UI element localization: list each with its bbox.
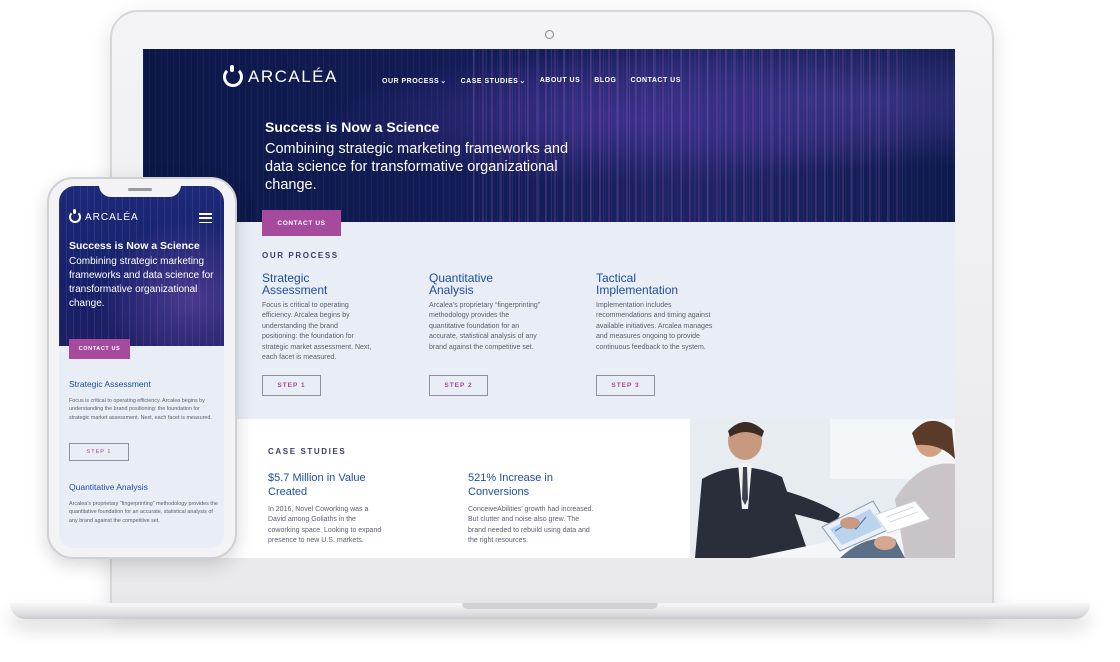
nav-item-case-studies[interactable]: CASE STUDIES⌄ <box>461 77 526 85</box>
contact-us-button[interactable]: CONTACT US <box>262 210 341 236</box>
desktop-screen: ARCALÉA OUR PROCESS⌄ CASE STUDIES⌄ ABOUT… <box>143 49 955 558</box>
mobile-section-title: Strategic Assessment <box>69 379 151 389</box>
mobile-section-text: Arcalea’s proprietary “fingerprinting” m… <box>69 501 218 524</box>
chevron-down-icon: ⌄ <box>519 78 526 85</box>
process-title: Tactical Implementation <box>596 271 679 297</box>
mobile-contact-us-button[interactable]: CONTACT US <box>69 339 130 359</box>
photo-illustration <box>690 419 955 558</box>
hero-background-graphic <box>473 49 903 222</box>
laptop-hinge <box>462 603 658 609</box>
camera-icon <box>545 30 554 39</box>
brand-logo[interactable]: ARCALÉA <box>223 65 338 87</box>
brand-name: ARCALÉA <box>248 67 338 86</box>
logo-icon <box>69 209 81 223</box>
process-title: Strategic Assessment <box>262 271 328 297</box>
case-study-title[interactable]: $5.7 Million in Value Created <box>268 472 383 499</box>
step-1-button[interactable]: STEP 1 <box>262 375 321 396</box>
process-title: Quantitative Analysis <box>429 271 494 297</box>
mobile-hero-subtitle: Combining strategic marketing frameworks… <box>69 256 214 309</box>
mobile-brand-name: ARCALÉA <box>85 211 139 223</box>
section-label-our-process: OUR PROCESS <box>262 251 339 260</box>
step-2-button[interactable]: STEP 2 <box>429 375 488 396</box>
process-text: Arcalea’s proprietary “fingerprinting” m… <box>429 302 541 351</box>
section-label-case-studies: CASE STUDIES <box>268 447 347 456</box>
hero-title: Success is Now a Science <box>265 119 440 135</box>
logo-icon <box>223 65 243 87</box>
hamburger-icon[interactable] <box>199 213 212 223</box>
mobile-screen: ARCALÉA Success is Now a Science Combini… <box>59 186 224 548</box>
mobile-brand-logo[interactable]: ARCALÉA <box>69 209 139 223</box>
mobile-hero-title: Success is Now a Science <box>69 240 200 252</box>
process-text: Implementation includes recommendations … <box>596 302 713 351</box>
mobile-section-text: Focus is critical to operating efficienc… <box>69 398 212 421</box>
case-study-text: ConceiveAbilities’ growth had increased.… <box>468 506 594 545</box>
nav-item-blog[interactable]: BLOG <box>594 77 616 85</box>
mobile-hero-banner: ARCALÉA Success is Now a Science Combini… <box>59 186 224 346</box>
hero-banner: ARCALÉA OUR PROCESS⌄ CASE STUDIES⌄ ABOUT… <box>143 49 955 222</box>
business-meeting-photo <box>690 419 955 558</box>
mobile-step-1-button[interactable]: STEP 1 <box>69 443 129 461</box>
case-studies-section: CASE STUDIES $5.7 Million in Value Creat… <box>143 419 955 558</box>
case-study-title[interactable]: 521% Increase in Conversions <box>468 472 578 499</box>
step-3-button[interactable]: STEP 3 <box>596 375 655 396</box>
main-nav: OUR PROCESS⌄ CASE STUDIES⌄ ABOUT US BLOG… <box>382 77 681 85</box>
nav-item-about-us[interactable]: ABOUT US <box>540 77 581 85</box>
nav-item-contact-us[interactable]: CONTACT US <box>631 77 681 85</box>
process-column-2: Quantitative Analysis Arcalea’s propriet… <box>429 272 549 353</box>
nav-item-our-process[interactable]: OUR PROCESS⌄ <box>382 77 447 85</box>
process-column-3: Tactical Implementation Implementation i… <box>596 272 716 353</box>
process-text: Focus is critical to operating efficienc… <box>262 302 372 362</box>
case-study-2[interactable]: 521% Increase in Conversions ConceiveAbi… <box>468 472 593 547</box>
phone-speaker-icon <box>128 188 152 191</box>
chevron-down-icon: ⌄ <box>440 78 447 85</box>
process-column-1: Strategic Assessment Focus is critical t… <box>262 272 382 363</box>
hero-subtitle: Combining strategic marketing frameworks… <box>265 141 569 193</box>
mobile-section-title: Quantitative Analysis <box>69 482 148 492</box>
case-study-1[interactable]: $5.7 Million in Value Created In 2016, N… <box>268 472 390 547</box>
case-study-text: In 2016, Novel Coworking was a David amo… <box>268 506 382 545</box>
process-section: OUR PROCESS Strategic Assessment Focus i… <box>143 222 955 419</box>
